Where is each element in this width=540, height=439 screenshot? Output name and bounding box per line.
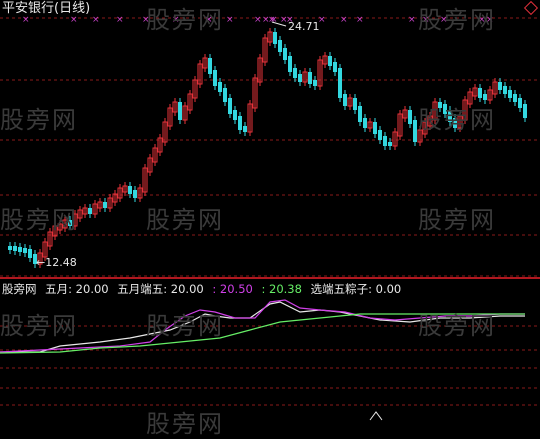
candle-body [453,118,457,128]
marker-cross: × [142,15,150,25]
candle-body [288,56,292,72]
marker-cross: × [408,15,416,25]
marker-cross: × [440,15,448,25]
candle-body [103,202,107,208]
candle-body [353,98,357,110]
high-price-label: 24.71 [288,20,320,33]
candle-body [133,190,137,198]
candle-body [218,82,222,92]
indicator-item: 五月端五: 20.00 [117,282,204,296]
candle-body [308,72,312,84]
marker-cross: × [205,15,213,25]
candle-body [213,70,217,86]
candle-body [443,104,447,114]
candle-body [243,126,247,132]
indicator-item: 五月: 20.00 [45,282,109,296]
indicator-legend: 股旁网 五月: 20.00 五月端五: 20.00 : 20.50 : 20.3… [2,282,406,297]
candle-body [293,68,297,78]
candle-body [128,186,132,194]
candle-body [208,58,212,74]
candle-body [388,142,392,146]
candle-body [358,106,362,122]
candle-body [498,82,502,90]
indicator-line-green [0,313,525,354]
candle-body [273,32,277,44]
candle-body [68,220,72,226]
chart-title: 平安银行(日线) [2,1,91,16]
candle-body [508,90,512,98]
candle-body [8,246,12,250]
marker-cross: × [226,15,234,25]
candle-body [378,130,382,140]
candle-body [363,118,367,128]
candle-body [383,136,387,146]
candle-body [513,94,517,102]
marker-cross: × [340,15,348,25]
candle-body [228,98,232,114]
candle-body [503,86,507,94]
indicator-name: 股旁网 [2,282,37,296]
candle-body [23,248,27,253]
candle-body [438,102,442,108]
indicator-item: : 20.50 [212,282,253,296]
candle-body [413,120,417,142]
candle-body [328,56,332,66]
candle-body [178,102,182,120]
candle-body [408,110,412,124]
marker-cross: × [92,15,100,25]
marker-cross: × [486,15,494,25]
candle-body [13,246,17,251]
candle-body [233,110,237,120]
candle-body [373,122,377,134]
candle-body [333,62,337,72]
candle-body [223,88,227,102]
candle-body [448,110,452,122]
low-price-label: ←12.48 [36,256,77,269]
marker-cross: × [116,15,124,25]
marker-cross: × [478,15,486,25]
candle-body [338,68,342,98]
candle-body [18,247,22,252]
candle-body [523,104,527,118]
candle-body [88,208,92,214]
candle-body [478,88,482,98]
candle-body [28,249,32,258]
candlestick-chart: × × × × × × × × × ××× ×× × × × × × × × × [0,15,540,421]
candle-body [483,94,487,100]
indicator-item: 选端五粽子: 0.00 [310,282,402,296]
candle-body [343,94,347,106]
marker-cross: × [254,15,262,25]
panel-separator [0,277,540,279]
candle-body [313,80,317,86]
signal-mark [369,411,383,421]
candle-body [278,40,282,52]
candle-body [298,74,302,82]
marker-cross: × [422,15,430,25]
candle-body [238,116,242,130]
candle-body [283,48,287,60]
price-chart-area[interactable]: × × × × × × × × × × × × × × × × × × × × × × [0,0,540,421]
candle-body [518,98,522,108]
marker-cross: × [172,15,180,25]
indicator-item: : 20.38 [261,282,302,296]
marker-cross: × [356,15,364,25]
